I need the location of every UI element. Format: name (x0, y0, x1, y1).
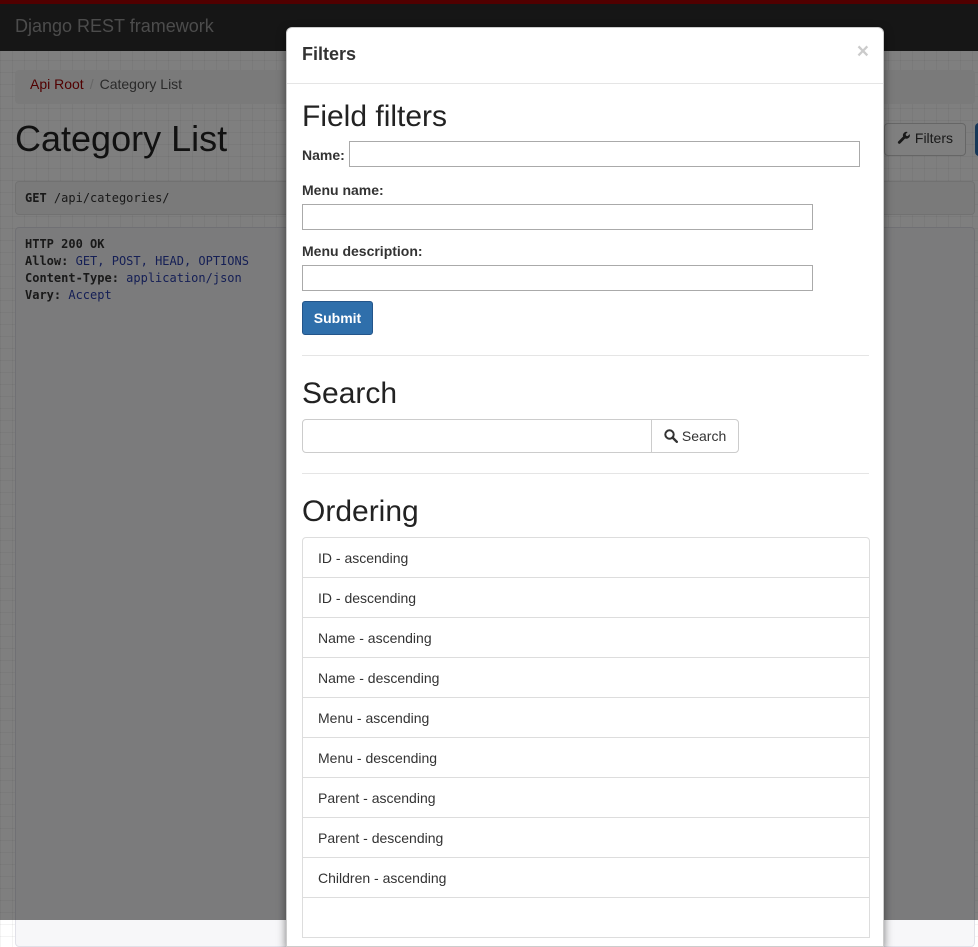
submit-button[interactable]: Submit (302, 301, 373, 335)
ordering-item[interactable] (302, 897, 870, 938)
name-input[interactable] (349, 141, 860, 167)
ordering-item[interactable]: Menu - descending (302, 737, 870, 778)
menu-description-label: Menu description: (302, 243, 423, 259)
search-title: Search (302, 377, 398, 410)
ordering-item[interactable]: ID - ascending (302, 537, 870, 578)
name-label: Name: (302, 147, 345, 163)
menu-name-label: Menu name: (302, 182, 384, 198)
menu-description-input[interactable] (302, 265, 813, 291)
divider (302, 473, 869, 474)
ordering-item[interactable]: Parent - descending (302, 817, 870, 858)
field-filters-title: Field filters (302, 100, 448, 133)
ordering-item[interactable]: ID - descending (302, 577, 870, 618)
modal-header: Filters × (287, 28, 883, 84)
ordering-item[interactable]: Name - ascending (302, 617, 870, 658)
ordering-item[interactable]: Parent - ascending (302, 777, 870, 818)
search-icon (664, 429, 679, 444)
close-icon[interactable]: × (857, 41, 869, 62)
search-button-label: Search (681, 428, 727, 444)
divider (302, 355, 869, 356)
modal-title: Filters (302, 44, 357, 64)
ordering-item[interactable]: Children - ascending (302, 857, 870, 898)
filters-modal: Filters × Field filters Name: Menu name:… (286, 27, 884, 947)
search-input[interactable] (302, 419, 652, 453)
ordering-item[interactable]: Name - descending (302, 657, 870, 698)
ordering-list: ID - ascending ID - descending Name - as… (302, 537, 870, 938)
ordering-item[interactable]: Menu - ascending (302, 697, 870, 738)
ordering-title: Ordering (302, 495, 419, 528)
menu-name-input[interactable] (302, 204, 813, 230)
search-button[interactable]: Search (651, 419, 739, 453)
